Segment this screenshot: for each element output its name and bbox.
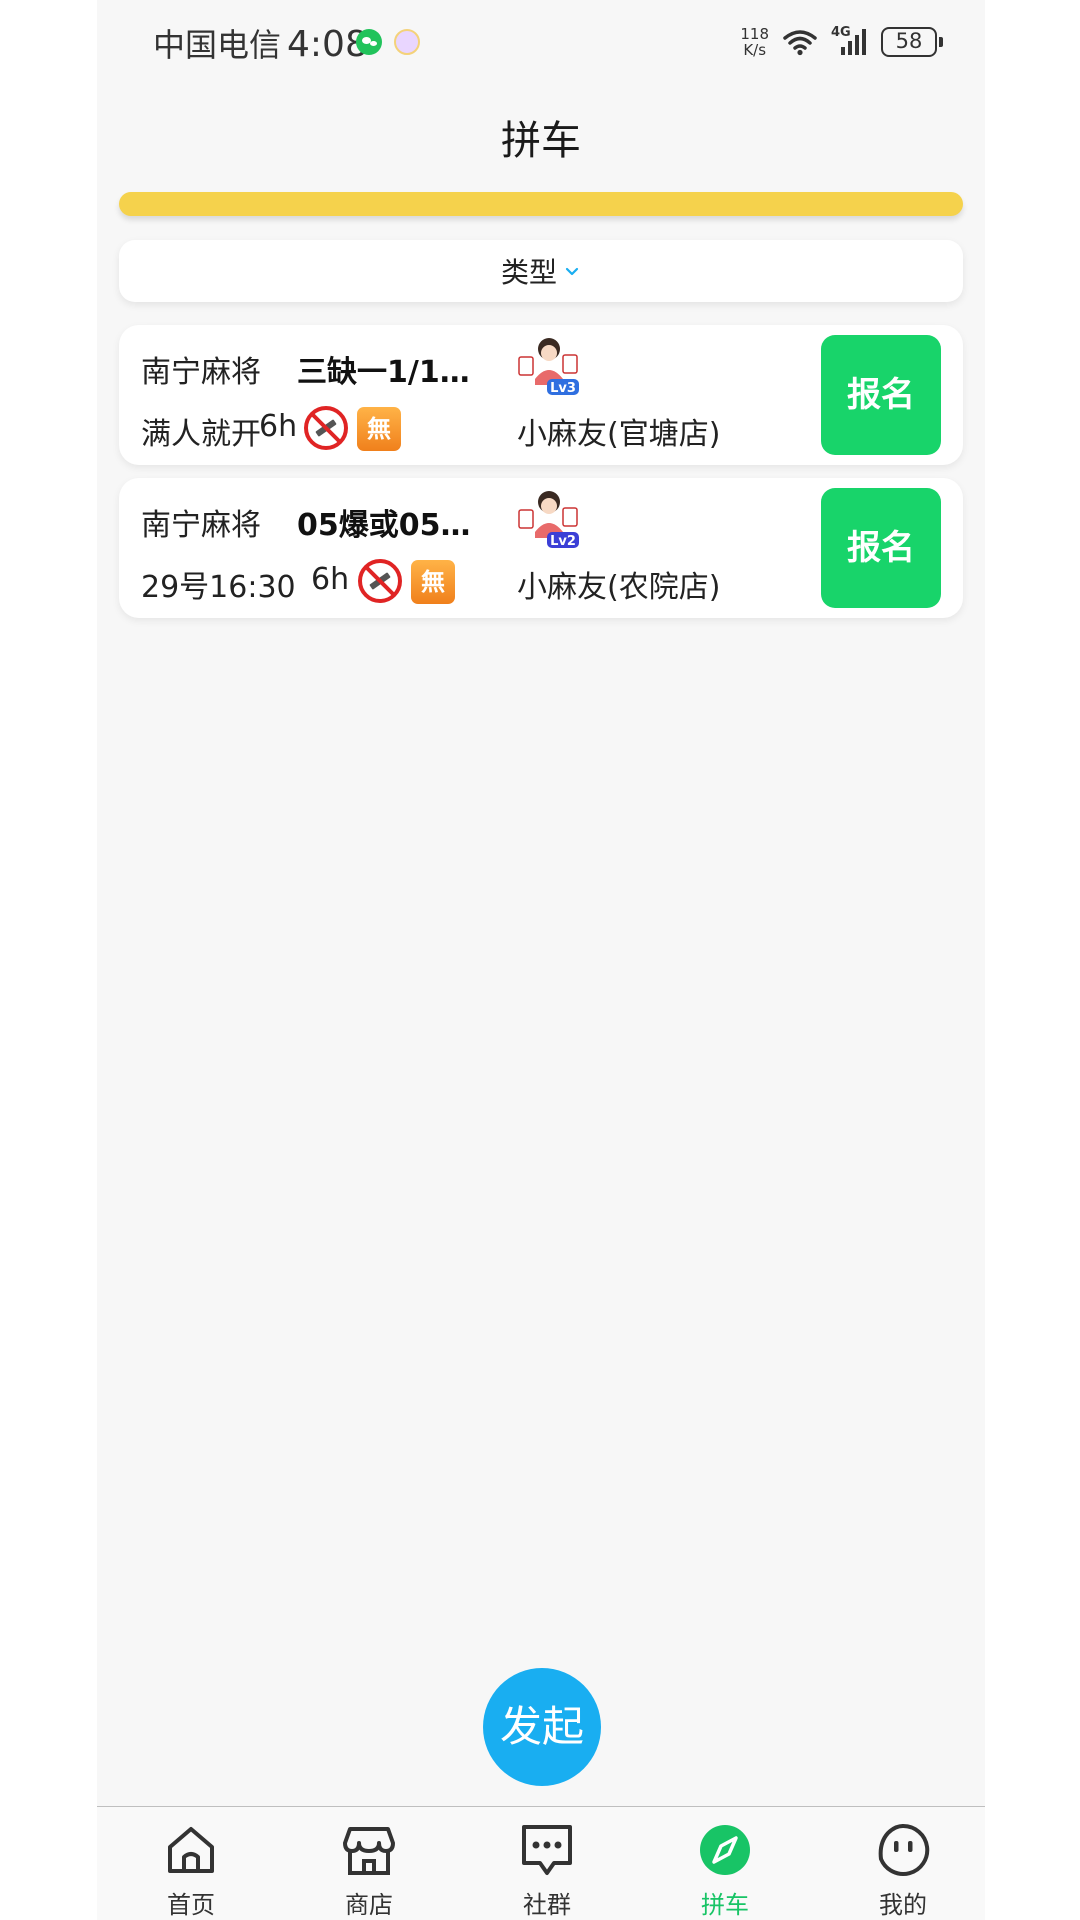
chat-icon [522,1825,572,1875]
status-bar: 中国电信 4:08 118 K/s 4G 58 [97,0,985,84]
bottom-tab-bar: 首页 商店 社群 拼车 我的 [97,1806,985,1920]
wifi-icon [783,30,817,56]
no-smoking-icon [358,559,402,603]
game-rule: 05爆或05… [297,508,471,543]
tab-community-label: 社群 [523,1891,571,1919]
host-level-badge: Lv3 [550,381,576,396]
tab-shop[interactable]: 商店 [309,1821,429,1919]
type-filter-label: 类型 [500,256,557,289]
tab-mine[interactable]: 我的 [843,1821,963,1919]
start-condition: 29号16:30 [141,570,296,605]
status-indicators: 118 K/s 4G 58 [740,24,943,60]
no-ghost-tile-badge: 無 [411,560,455,604]
tab-carpool-label: 拼车 [701,1891,749,1919]
wechat-notification-icon [356,29,382,55]
tab-shop-label: 商店 [345,1891,393,1919]
page-title: 拼车 [501,118,581,164]
game-rule: 三缺一1/1… [297,355,470,390]
battery-indicator: 58 [881,27,943,57]
carrier-name: 中国电信 [153,26,282,64]
shop-name: 小麻友(农院店) [517,570,721,605]
tab-carpool[interactable]: 拼车 [665,1821,785,1919]
game-type: 南宁麻将 [141,508,261,543]
cellular-signal: 4G [831,25,867,57]
carrier-and-time: 中国电信 4:08 [153,20,368,66]
host-avatar: Lv2 [518,491,579,549]
tab-home[interactable]: 首页 [131,1821,251,1919]
host-level-badge: Lv2 [550,534,576,549]
signup-button[interactable]: 报名 [821,488,941,608]
app-screen: 中国电信 4:08 118 K/s 4G 58 拼车 类型 南宁麻将 三缺一1/… [97,0,985,1920]
game-type: 南宁麻将 [141,355,261,390]
home-icon [168,1827,214,1873]
shop-name: 小麻友(官塘店) [517,417,721,452]
start-condition: 满人就开 [141,417,261,452]
battery-level: 58 [895,29,923,53]
no-ghost-tile-badge: 無 [357,407,401,451]
signup-button[interactable]: 报名 [821,335,941,455]
network-speed-value: 118 [740,25,769,43]
room-card[interactable]: 南宁麻将 三缺一1/1… 满人就开 6h 無 Lv3 小麻友(官塘店) 报名 [119,325,963,465]
app-notification-icon [394,29,420,55]
host-avatar: Lv3 [518,338,579,396]
signal-bars-icon [841,29,866,55]
duration: 6h [311,562,350,597]
shop-icon [343,1827,395,1875]
type-filter-dropdown[interactable]: 类型 [119,240,963,302]
compass-icon [700,1825,750,1875]
launch-carpool-button[interactable]: 发起 [483,1668,601,1786]
network-speed-unit: K/s [743,41,767,59]
tab-community[interactable]: 社群 [487,1821,607,1919]
no-smoking-icon [304,406,348,450]
duration: 6h [259,409,298,444]
chevron-down-icon [565,267,579,276]
tab-mine-label: 我的 [879,1891,927,1919]
tab-home-label: 首页 [167,1891,215,1919]
face-icon [878,1823,930,1876]
decorative-yellow-bar [119,192,963,216]
network-speed: 118 K/s [740,26,769,58]
room-card[interactable]: 南宁麻将 05爆或05… 29号16:30 6h 無 Lv2 小麻友(农院店) … [119,478,963,618]
